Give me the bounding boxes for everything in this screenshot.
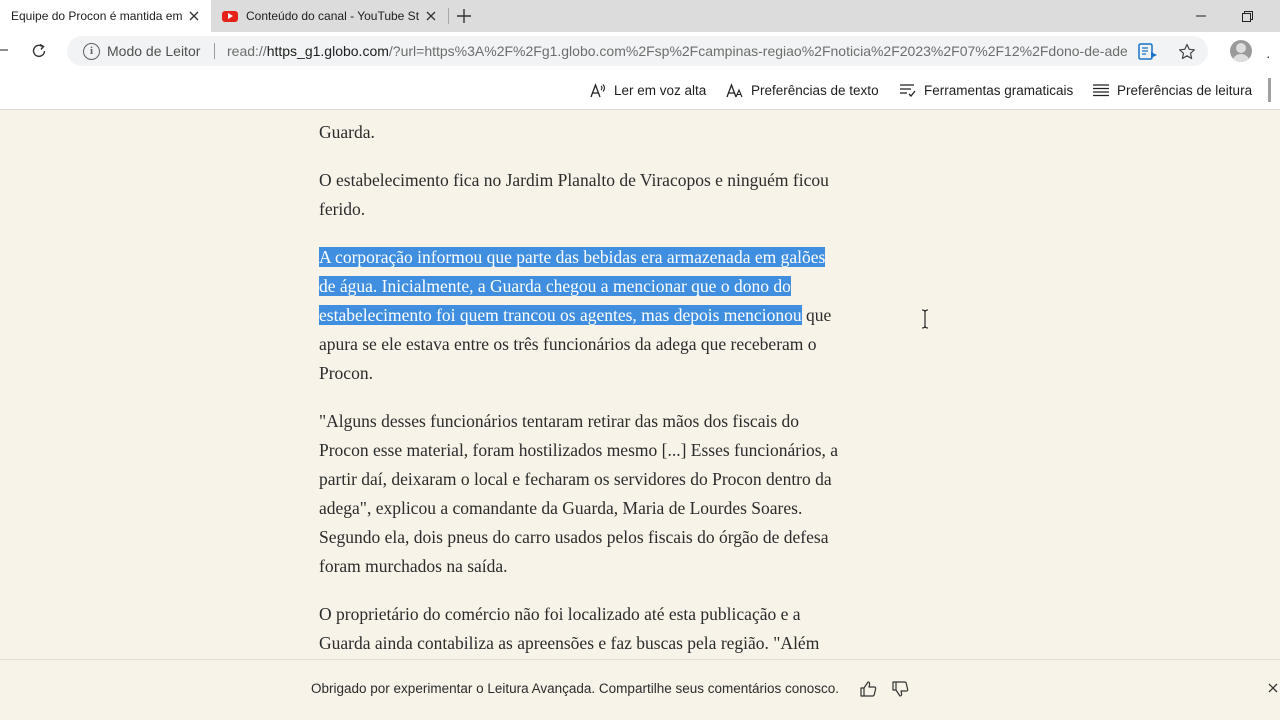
paragraph-line: foram murchados na saída. [319,556,508,576]
reader-mode-indicator[interactable]: i Modo de Leitor [83,36,200,66]
close-feedback-icon[interactable] [1268,680,1278,698]
paragraph: O estabelecimento fica no Jardim Planalt… [319,166,959,224]
grammar-tools-label: Ferramentas gramaticais [924,82,1074,98]
close-tab-icon[interactable] [420,5,442,27]
refresh-icon [32,43,46,57]
paragraph-line: "Alguns desses funcionários tentaram ret… [319,411,800,431]
info-icon: i [83,42,100,60]
paragraph-line: O proprietário do comércio não foi local… [319,604,801,624]
refresh-button[interactable] [26,39,52,63]
more-menu-icon[interactable]: · [1266,48,1271,64]
paragraph: "Alguns desses funcionários tentaram ret… [319,407,959,581]
paragraph: O proprietário do comércio não foi local… [319,600,959,658]
paragraph-line: Segundo ela, dois pneus do carro usados … [319,527,829,547]
reader-mode-label: Modo de Leitor [107,43,201,59]
toolbar-edge-divider [1268,78,1271,102]
tab-procon-article[interactable]: Equipe do Procon é mantida em [0,0,211,32]
reading-preferences-button[interactable]: Preferências de leitura [1093,70,1252,110]
minimize-icon [1196,15,1206,17]
read-aloud-icon [590,82,606,97]
text-cursor-icon [921,309,929,329]
favorite-star-icon[interactable] [1176,41,1198,63]
text-preferences-button[interactable]: Preferências de texto [726,70,879,110]
browser-toolbar: i Modo de Leitor read://https_g1.globo.c… [0,32,1280,70]
url-scheme: read:// [227,43,267,59]
selected-paragraph[interactable]: A corporação informou que parte das bebi… [319,243,959,388]
back-button[interactable] [0,43,8,59]
paragraph-line: apura se ele estava entre os três funcio… [319,334,817,354]
unselected-text[interactable]: que [802,305,831,325]
address-divider [214,43,215,59]
tab-youtube-studio[interactable]: Conteúdo do canal - YouTube St [211,0,448,32]
address-bar[interactable]: i Modo de Leitor read://https_g1.globo.c… [67,36,1208,66]
read-aloud-label: Ler em voz alta [614,82,707,98]
article-body: Guarda. O estabelecimento fica no Jardim… [0,111,1280,659]
grammar-tools-button[interactable]: Ferramentas gramaticais [899,70,1073,110]
tab-title: Conteúdo do canal - YouTube St [246,9,420,23]
url-path: /?url=https%3A%2F%2Fg1.globo.com%2Fsp%2F… [388,43,1127,59]
tab-separator [448,8,449,24]
url-host: https_g1.globo.com [266,43,389,59]
selected-text[interactable]: de água. Inicialmente, a Guarda chegou a… [319,276,791,296]
feedback-message: Obrigado por experimentar o Leitura Avan… [311,681,840,696]
restore-button[interactable] [1224,0,1270,32]
paragraph-line: ferido. [319,199,366,219]
text-preferences-icon [726,82,743,97]
grammar-tools-icon [900,84,916,97]
paragraph-line: O estabelecimento fica no Jardim Planalt… [319,170,829,190]
profile-avatar[interactable] [1230,40,1252,62]
reading-preferences-label: Preferências de leitura [1117,82,1253,98]
minimize-button[interactable] [1178,0,1224,32]
reader-toolbar: Ler em voz alta Preferências de texto Fe… [0,70,1280,110]
close-tab-icon[interactable] [183,5,205,27]
tab-strip: Equipe do Procon é mantida em Conteúdo d… [0,0,1280,32]
paragraph-line: Guarda ainda contabiliza as apreensões e… [319,633,820,653]
new-tab-button[interactable] [452,4,476,28]
plus-icon [457,9,471,23]
restore-icon [1241,10,1253,22]
selected-text[interactable]: estabelecimento foi quem trancou os agen… [319,305,802,325]
feedback-bar: Obrigado por experimentar o Leitura Avan… [0,659,1280,720]
immersive-reader-icon[interactable] [1137,41,1159,63]
thumbs-down-icon[interactable] [890,679,910,699]
arrow-left-icon [0,49,8,51]
read-aloud-button[interactable]: Ler em voz alta [590,70,706,110]
paragraph-line: partir daí, deixaram o local e fecharam … [319,469,832,489]
paragraph: Guarda. [319,111,959,147]
thumbs-up-icon[interactable] [858,679,878,699]
paragraph-line: Guarda. [319,122,375,142]
text-preferences-label: Preferências de texto [751,82,879,98]
youtube-icon [222,10,238,22]
tab-title: Equipe do Procon é mantida em [11,9,183,23]
url-text[interactable]: read://https_g1.globo.com/?url=https%3A%… [227,36,1127,66]
paragraph-line: Procon esse material, foram hostilizados… [319,440,839,460]
paragraph-line: Procon. [319,363,373,383]
paragraph-line: adega", explicou a comandante da Guarda,… [319,498,803,518]
reading-preferences-icon [1093,83,1109,96]
selected-text[interactable]: A corporação informou que parte das bebi… [319,247,826,267]
